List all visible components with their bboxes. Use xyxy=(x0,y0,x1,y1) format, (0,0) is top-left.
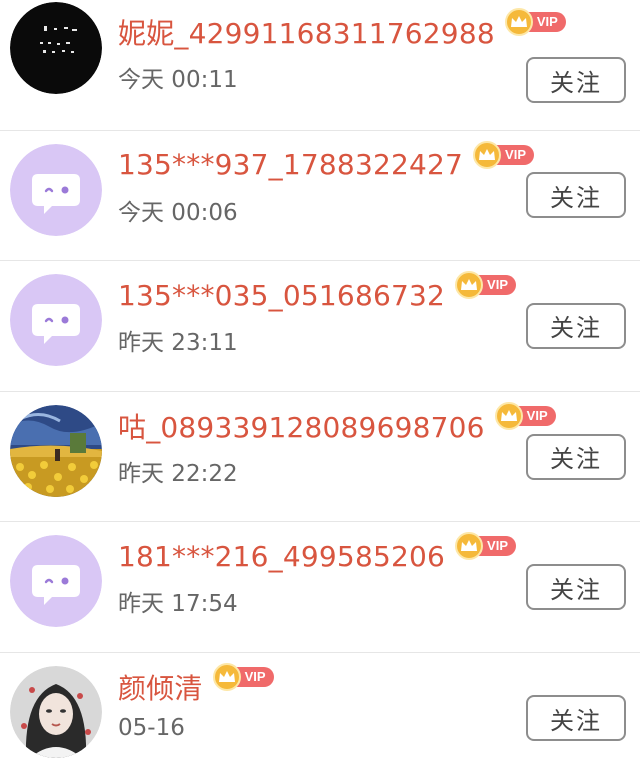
list-item[interactable]: 135***937_1788322427 VIP 今天 00:06 关注 xyxy=(0,131,640,262)
user-info: 135***035_051686732 VIP 昨天 23:11 xyxy=(118,271,520,357)
user-info: 181***216_499585206 VIP 昨天 17:54 xyxy=(118,532,520,618)
crown-icon xyxy=(455,532,484,561)
crown-icon xyxy=(473,140,502,169)
user-info: 妮妮_42991168311762988 VIP 今天 00:11 xyxy=(118,8,566,94)
follow-button[interactable]: 关注 xyxy=(526,57,626,103)
list-item[interactable]: 颜倾清 VIP 05-16 关注 xyxy=(0,653,640,763)
follower-list: 妮妮_42991168311762988 VIP 今天 00:11 关注 135… xyxy=(0,0,640,763)
user-info: 颜倾清 VIP 05-16 xyxy=(118,662,520,741)
follow-button[interactable]: 关注 xyxy=(526,564,626,611)
sunflower-painting-icon xyxy=(10,404,102,497)
chat-bubble-icon xyxy=(10,143,102,236)
vip-badge: VIP xyxy=(473,140,534,169)
black-calligraphy-avatar-icon xyxy=(10,2,102,94)
follow-button[interactable]: 关注 xyxy=(526,302,626,349)
vip-badge: VIP xyxy=(455,532,516,561)
follow-button[interactable]: 关注 xyxy=(526,172,626,219)
chat-bubble-icon xyxy=(10,274,102,367)
chat-bubble-icon xyxy=(10,535,102,628)
user-name[interactable]: 135***937_1788322427 xyxy=(118,148,463,181)
user-name[interactable]: 妮妮_42991168311762988 xyxy=(118,12,495,52)
list-item[interactable]: 181***216_499585206 VIP 昨天 17:54 关注 xyxy=(0,522,640,653)
crown-icon xyxy=(212,662,241,691)
user-info: 135***937_1788322427 VIP 今天 00:06 xyxy=(118,140,534,227)
crown-icon xyxy=(504,8,533,36)
follow-time: 今天 00:11 xyxy=(118,67,238,93)
avatar[interactable] xyxy=(10,274,102,367)
follow-button[interactable]: 关注 xyxy=(526,695,626,742)
follow-time: 今天 00:06 xyxy=(118,199,238,226)
vip-badge: VIP xyxy=(504,8,566,36)
follow-time: 昨天 23:11 xyxy=(118,330,238,357)
user-info: 咕_08933912808969870​6 VIP 昨天 22:22 xyxy=(118,401,556,488)
avatar[interactable] xyxy=(10,404,102,497)
follow-time: 05-16 xyxy=(118,714,185,741)
vip-badge: VIP xyxy=(494,401,556,430)
list-item[interactable]: 咕_08933912808969870​6 VIP 昨天 22:22 关注 xyxy=(0,392,640,523)
user-name[interactable]: 181***216_499585206 xyxy=(118,540,445,573)
vip-badge: VIP xyxy=(212,662,274,691)
avatar[interactable] xyxy=(10,665,102,758)
avatar[interactable] xyxy=(10,2,102,94)
vip-badge: VIP xyxy=(455,271,516,300)
follow-button[interactable]: 关注 xyxy=(526,433,626,480)
list-item[interactable]: 135***035_051686732 VIP 昨天 23:11 关注 xyxy=(0,261,640,392)
follow-time: 昨天 17:54 xyxy=(118,591,238,618)
portrait-photo-icon xyxy=(10,665,102,758)
user-name[interactable]: 颜倾清 xyxy=(118,667,203,707)
avatar[interactable] xyxy=(10,535,102,628)
user-name[interactable]: 咕_08933912808969870​6 xyxy=(118,406,485,446)
user-name[interactable]: 135***035_051686732 xyxy=(118,279,445,312)
list-item[interactable]: 妮妮_42991168311762988 VIP 今天 00:11 关注 xyxy=(0,0,640,131)
avatar[interactable] xyxy=(10,143,102,236)
follow-time: 昨天 22:22 xyxy=(118,460,238,487)
crown-icon xyxy=(494,401,523,430)
